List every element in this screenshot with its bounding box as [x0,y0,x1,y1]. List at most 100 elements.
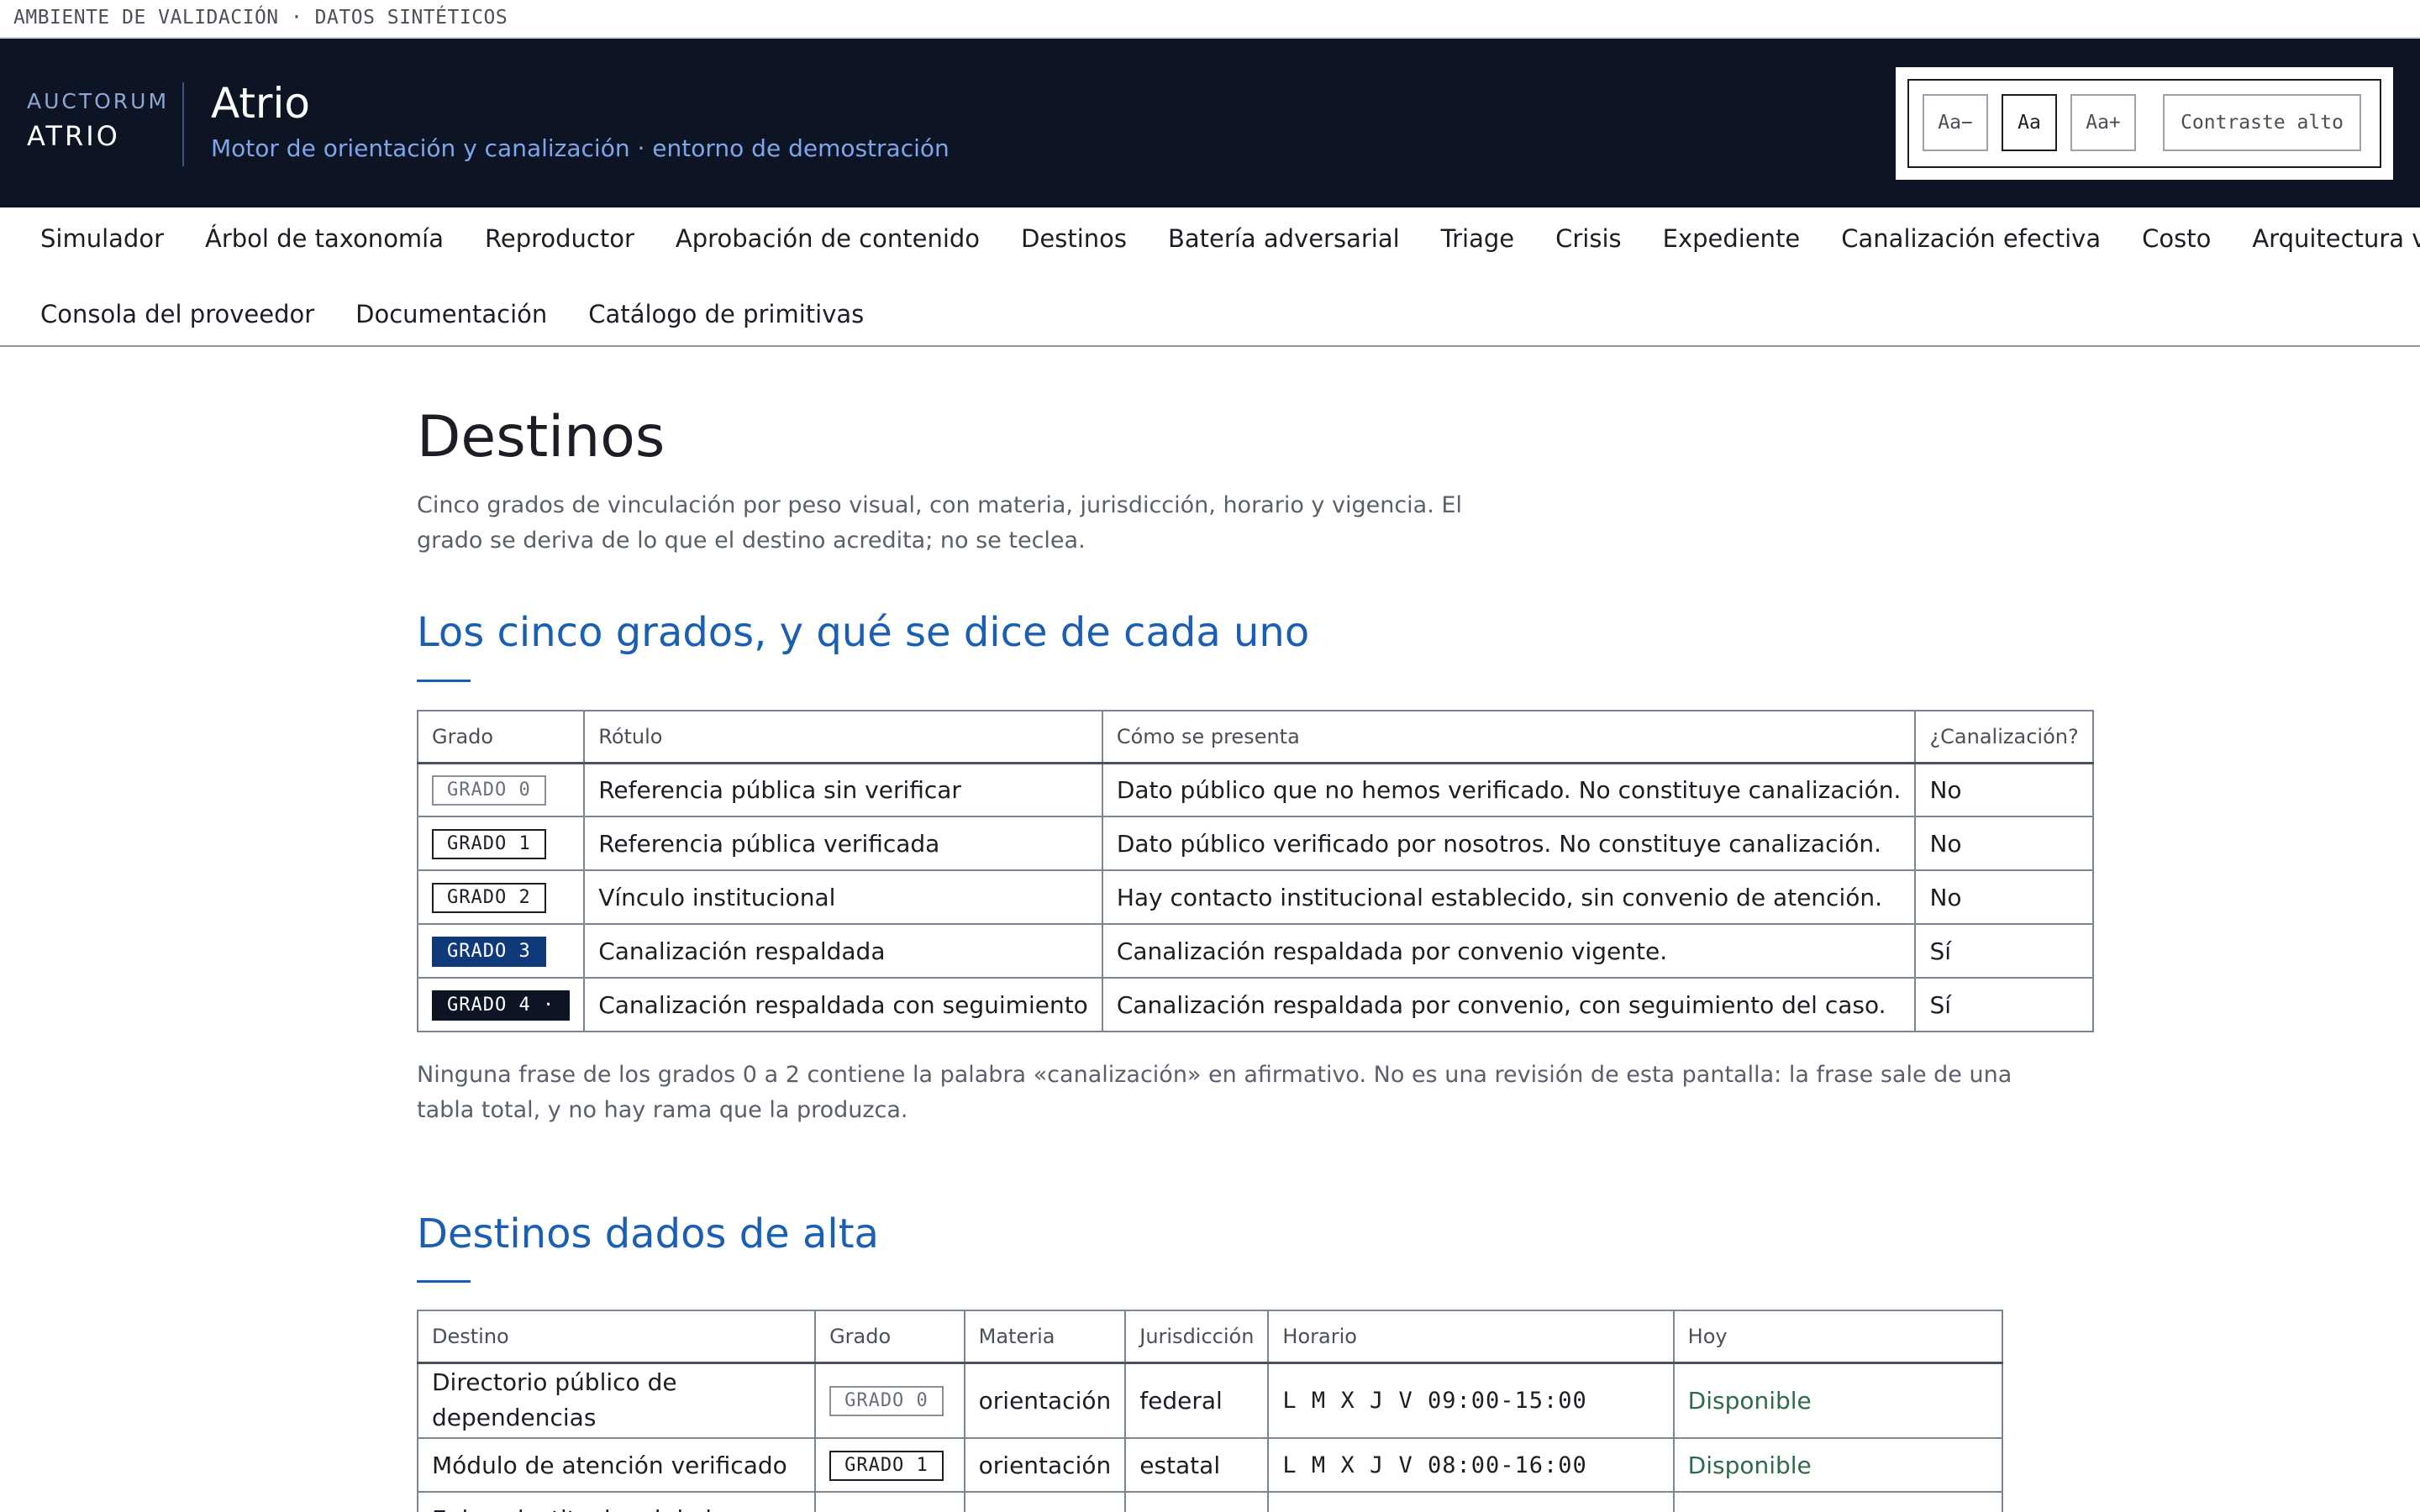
nav-item-consola-proveedor[interactable]: Consola del proveedor [40,300,314,328]
table-row: Directorio público de dependencias GRADO… [416,1362,2004,1439]
destinations-table-header: Destino Grado Materia Jurisdicción Horar… [416,1310,2004,1363]
page-title: Destinos [417,404,666,470]
app-header: AUCTORUM ATRIO Atrio Motor de orientació… [0,39,2420,207]
column-header: Jurisdicción [1124,1310,1270,1363]
label-cell: Vínculo institucional [583,869,1103,925]
grade-badge: GRADO 3 [432,937,546,967]
column-header: Horario [1267,1310,1675,1363]
nav-item-arquitectura-viva[interactable]: Arquitectura viva [2252,224,2420,253]
column-header: Cómo se presenta [1101,710,1917,764]
grade-cell: GRADO 4 · [416,977,586,1032]
grade-cell: GRADO 0 [814,1362,965,1439]
brand-logo[interactable]: AUCTORUM ATRIO [27,89,169,152]
presentation-cell: Dato público verificado por nosotros. No… [1101,816,1917,871]
status-cell: Disponible [1672,1437,2004,1493]
column-header: Grado [416,710,586,764]
table-row: GRADO 0 Referencia pública sin verificar… [416,762,2094,817]
jurisdiction-cell: estatal [1124,1437,1270,1493]
grade-badge: GRADO 0 [432,775,546,806]
nav-item-destinos[interactable]: Destinos [1021,224,1127,253]
nav-item-arbol-taxonomia[interactable]: Árbol de taxonomía [205,224,444,253]
nav-item-expediente[interactable]: Expediente [1663,224,1801,253]
destination-name-cell: Módulo de atención verificado [416,1437,817,1493]
grade-badge: GRADO 0 [829,1386,944,1417]
table-row: GRADO 4 · Canalización respaldada con se… [416,977,2094,1032]
column-header: Rótulo [583,710,1103,764]
nav-item-aprobacion-contenido[interactable]: Aprobación de contenido [676,224,980,253]
channel-cell: No [1914,762,2094,817]
nav-item-costo[interactable]: Costo [2142,224,2211,253]
destination-name-cell: Directorio público de dependencias [416,1362,817,1439]
grade-badge: GRADO 2 [432,883,546,913]
nav-item-simulador[interactable]: Simulador [40,224,164,253]
environment-banner: AMBIENTE DE VALIDACIÓN · DATOS SINTÉTICO… [0,0,2420,39]
grades-table-header: Grado Rótulo Cómo se presenta ¿Canalizac… [416,710,2094,764]
grade-cell: GRADO 1 [416,816,586,871]
destinations-section-title: Destinos dados de alta [417,1210,879,1257]
jurisdiction-cell [1124,1491,1270,1512]
subject-cell: orientación [963,1362,1127,1439]
grade-badge: GRADO 1 [829,1451,944,1481]
channel-cell: Sí [1914,923,2094,979]
grade-cell: GRADO 3 [416,923,586,979]
channel-cell: No [1914,816,2094,871]
main-navigation: Simulador Árbol de taxonomía Reproductor… [0,207,2420,347]
font-smaller-button[interactable]: Aa− [1923,94,1988,151]
brand-divider [182,82,184,166]
table-row: Módulo de atención verificado GRADO 1 or… [416,1437,2004,1493]
app-subtitle: Motor de orientación y canalización · en… [211,134,950,162]
grade-cell [814,1491,965,1512]
nav-row-2: Consola del proveedor Documentación Catá… [40,300,905,328]
subject-cell: orientación [963,1437,1127,1493]
grade-cell: GRADO 2 [416,869,586,925]
accessibility-controls: Aa− Aa Aa+ Contraste alto [1907,79,2381,168]
grade-cell: GRADO 0 [416,762,586,817]
schedule-cell [1267,1491,1675,1512]
channel-cell: Sí [1914,977,2094,1032]
label-cell: Referencia pública verificada [583,816,1103,871]
nav-item-canalizacion-efectiva[interactable]: Canalización efectiva [1841,224,2101,253]
grades-section-rule [417,680,471,682]
table-row: Enlace institucional de la [416,1491,2004,1512]
status-cell: Disponible [1672,1362,2004,1439]
presentation-cell: Canalización respaldada por convenio vig… [1101,923,1917,979]
nav-item-crisis[interactable]: Crisis [1555,224,1622,253]
app-title: Atrio [211,79,310,128]
nav-item-catalogo-primitivas[interactable]: Catálogo de primitivas [588,300,864,328]
column-header: Materia [963,1310,1127,1363]
destinations-section-rule [417,1280,471,1283]
brand-bottom-text: ATRIO [27,120,120,152]
nav-row-1: Simulador Árbol de taxonomía Reproductor… [40,224,2420,253]
grades-table: Grado Rótulo Cómo se presenta ¿Canalizac… [416,710,2094,1032]
column-header: ¿Canalización? [1914,710,2094,764]
presentation-cell: Hay contacto institucional establecido, … [1101,869,1917,925]
label-cell: Referencia pública sin verificar [583,762,1103,817]
schedule-cell: L M X J V 09:00-15:00 [1267,1362,1675,1439]
table-row: GRADO 1 Referencia pública verificada Da… [416,816,2094,871]
nav-item-documentacion[interactable]: Documentación [355,300,547,328]
table-row: GRADO 3 Canalización respaldada Canaliza… [416,923,2094,979]
grades-note: Ninguna frase de los grados 0 a 2 contie… [417,1062,2012,1123]
column-header: Grado [814,1310,965,1363]
status-cell [1672,1491,2004,1512]
presentation-cell: Dato público que no hemos verificado. No… [1101,762,1917,817]
destinations-table: Destino Grado Materia Jurisdicción Horar… [416,1310,2004,1512]
font-larger-button[interactable]: Aa+ [2070,94,2136,151]
grade-cell: GRADO 1 [814,1437,965,1493]
nav-item-triage[interactable]: Triage [1441,224,1514,253]
grades-section-title: Los cinco grados, y qué se dice de cada … [417,609,1310,656]
column-header: Hoy [1672,1310,2004,1363]
label-cell: Canalización respaldada con seguimiento [583,977,1103,1032]
channel-cell: No [1914,869,2094,925]
nav-item-reproductor[interactable]: Reproductor [485,224,634,253]
high-contrast-button[interactable]: Contraste alto [2163,94,2361,151]
font-normal-button[interactable]: Aa [2002,94,2057,151]
grade-badge: GRADO 1 [432,829,546,859]
table-row: GRADO 2 Vínculo institucional Hay contac… [416,869,2094,925]
accessibility-panel: Aa− Aa Aa+ Contraste alto [1896,67,2393,180]
column-header: Destino [416,1310,817,1363]
grade-badge: GRADO 4 · [432,990,571,1021]
subject-cell [963,1491,1127,1512]
page-intro: Cinco grados de vinculación por peso vis… [417,492,1462,554]
nav-item-bateria-adversarial[interactable]: Batería adversarial [1168,224,1400,253]
